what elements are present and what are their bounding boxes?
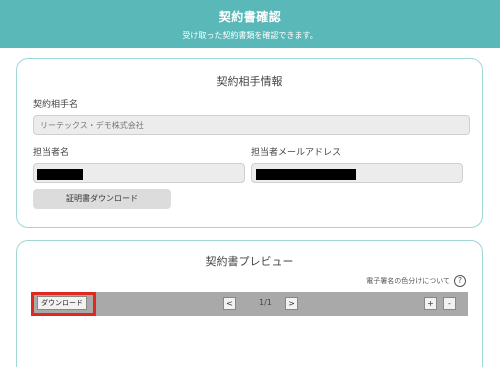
redacted-block (256, 169, 356, 180)
page-subtitle: 受け取った契約書類を確認できます。 (182, 31, 318, 40)
download-button[interactable]: ダウンロード (37, 296, 87, 310)
next-page-button[interactable]: > (285, 297, 298, 310)
redacted-block (37, 169, 83, 180)
page-header: 契約書確認 受け取った契約書類を確認できます。 (0, 0, 500, 48)
pdf-toolbar: ダウンロード < 1/1 > + - (31, 292, 468, 316)
prev-page-button[interactable]: < (223, 297, 236, 310)
page-indicator: 1/1 (259, 298, 272, 307)
email-field (251, 163, 463, 183)
preview-title: 契約書プレビュー (205, 255, 294, 268)
certificate-download-button[interactable]: 証明書ダウンロード (33, 189, 171, 209)
page-title: 契約書確認 (218, 10, 282, 24)
contract-info-card: 契約相手情報 契約相手名 リーテックス・デモ株式会社 担当者名 担当者メールアド… (16, 58, 483, 228)
zoom-in-button[interactable]: + (424, 297, 437, 310)
partner-name-field: リーテックス・デモ株式会社 (33, 115, 470, 135)
person-name-label: 担当者名 (33, 148, 70, 158)
partner-name-label: 契約相手名 (33, 100, 79, 110)
contract-info-title: 契約相手情報 (216, 75, 283, 88)
person-name-field (33, 163, 245, 183)
preview-card: 契約書プレビュー 電子署名の色分けについて ? ダウンロード < 1/1 > +… (16, 240, 483, 367)
email-label: 担当者メールアドレス (251, 148, 342, 158)
help-icon[interactable]: ? (454, 275, 466, 287)
signature-color-help[interactable]: 電子署名の色分けについて ? (366, 275, 466, 287)
help-text[interactable]: 電子署名の色分けについて (366, 276, 450, 286)
zoom-out-button[interactable]: - (443, 297, 456, 310)
